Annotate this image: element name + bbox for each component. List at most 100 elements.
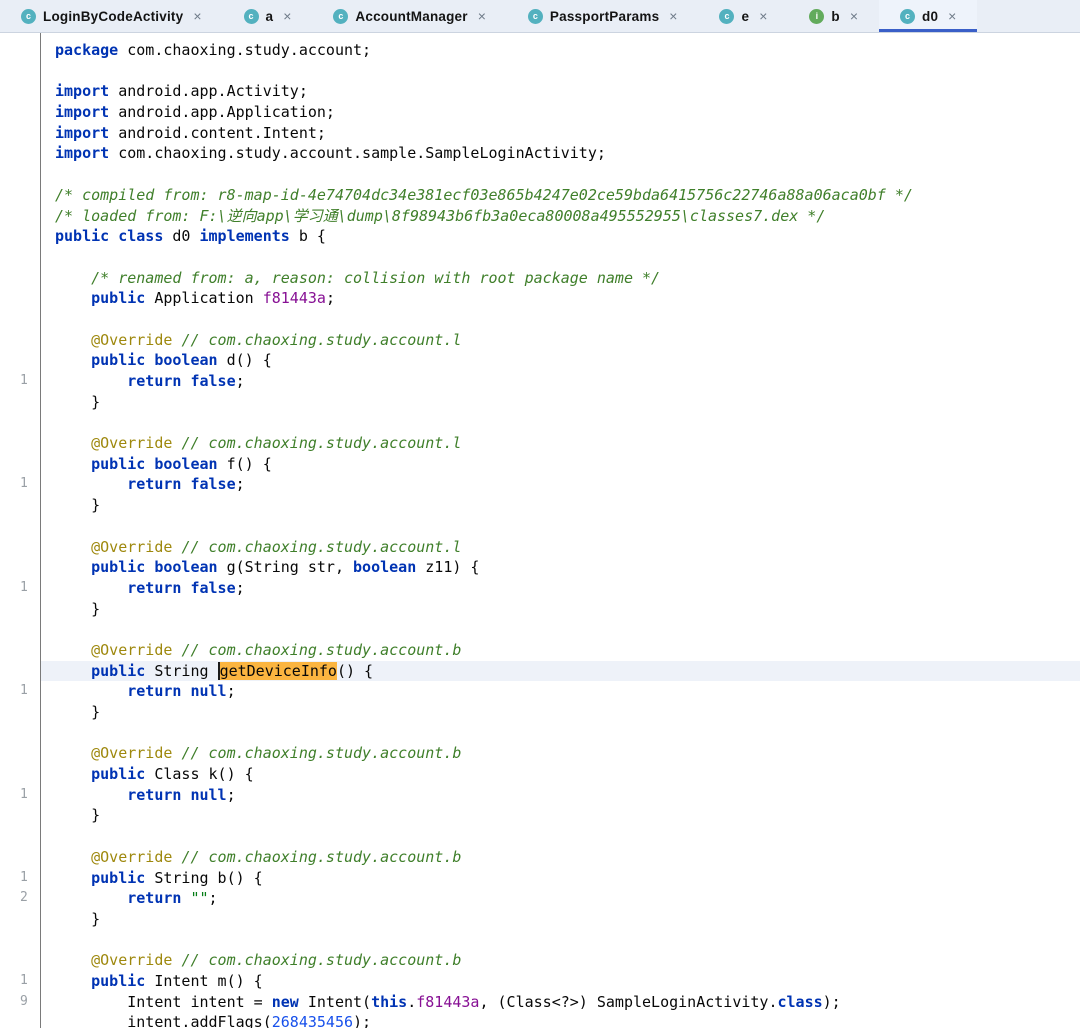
code-line[interactable] — [0, 619, 1080, 640]
code-line[interactable]: public String getDeviceInfo() { — [0, 660, 1080, 682]
code-line[interactable]: public boolean f() { — [0, 454, 1080, 475]
code-line-text: @Override // com.chaoxing.study.account.… — [91, 537, 462, 556]
gutter-number — [0, 392, 40, 413]
code-line[interactable]: } — [0, 702, 1080, 723]
code-line[interactable]: public boolean g(String str, boolean z11… — [0, 557, 1080, 578]
code-line[interactable] — [0, 516, 1080, 537]
code-line[interactable]: import android.content.Intent; — [0, 123, 1080, 144]
code-line[interactable]: 9 Intent intent = new Intent(this.f81443… — [0, 992, 1080, 1013]
tab-b[interactable]: i b × — [788, 0, 879, 32]
code-line[interactable]: 2 return ""; — [0, 888, 1080, 909]
code-line[interactable]: @Override // com.chaoxing.study.account.… — [0, 433, 1080, 454]
gutter-number — [0, 619, 40, 640]
code-line[interactable]: 1 return false; — [0, 474, 1080, 495]
code-editor[interactable]: package com.chaoxing.study.account; impo… — [0, 33, 1080, 1028]
tab-PassportParams[interactable]: c PassportParams × — [507, 0, 699, 32]
code-line[interactable] — [0, 61, 1080, 82]
code-line[interactable]: } — [0, 805, 1080, 826]
gutter-number — [0, 764, 40, 785]
code-line-text: public boolean d() { — [91, 351, 272, 370]
code-line-text: /* loaded from: F:\逆向app\学习通\dump\8f9894… — [55, 206, 826, 225]
code-line[interactable] — [0, 164, 1080, 185]
code-line[interactable]: 1 return null; — [0, 681, 1080, 702]
gutter-number — [0, 433, 40, 454]
code-line[interactable]: /* loaded from: F:\逆向app\学习通\dump\8f9894… — [0, 206, 1080, 227]
code-line-text: @Override // com.chaoxing.study.account.… — [91, 330, 462, 349]
code-line[interactable] — [0, 930, 1080, 951]
code-line-text: } — [55, 392, 101, 411]
code-line-text: return false; — [127, 475, 245, 494]
code-line-text: intent.addFlags(268435456); — [55, 1013, 372, 1028]
tab-close-icon[interactable]: × — [850, 9, 858, 23]
tab-close-icon[interactable]: × — [948, 9, 956, 23]
tab-e[interactable]: c e × — [698, 0, 788, 32]
tab-close-icon[interactable]: × — [193, 9, 201, 23]
code-line[interactable] — [0, 309, 1080, 330]
code-line-text: public boolean g(String str, boolean z11… — [91, 558, 480, 577]
code-line[interactable] — [0, 826, 1080, 847]
gutter-number: 1 — [20, 476, 28, 492]
code-line[interactable] — [0, 723, 1080, 744]
code-line[interactable]: @Override // com.chaoxing.study.account.… — [0, 743, 1080, 764]
code-line[interactable]: 1 return false; — [0, 371, 1080, 392]
gutter-number — [0, 288, 40, 309]
tab-a[interactable]: c a × — [223, 0, 313, 32]
code-line[interactable]: public Class k() { — [0, 764, 1080, 785]
gutter-number — [0, 805, 40, 826]
class-icon: c — [719, 8, 735, 24]
gutter-number — [0, 1012, 40, 1028]
code-line[interactable]: public boolean d() { — [0, 350, 1080, 371]
gutter-number — [0, 847, 40, 868]
code-line-text: import android.content.Intent; — [55, 123, 326, 142]
jadx-decompiler-window: c LoginByCodeActivity × c a × c AccountManager ×… — [0, 0, 1080, 1028]
code-line[interactable]: } — [0, 392, 1080, 413]
code-line[interactable]: @Override // com.chaoxing.study.account.… — [0, 640, 1080, 661]
code-line[interactable]: @Override // com.chaoxing.study.account.… — [0, 330, 1080, 351]
tab-close-icon[interactable]: × — [283, 9, 291, 23]
tab-d0[interactable]: c d0 × — [879, 0, 978, 32]
tab-label: AccountManager — [355, 8, 468, 24]
code-line-text: @Override // com.chaoxing.study.account.… — [91, 434, 462, 453]
tab-close-icon[interactable]: × — [759, 9, 767, 23]
code-line[interactable]: @Override // com.chaoxing.study.account.… — [0, 847, 1080, 868]
code-line[interactable]: import android.app.Application; — [0, 102, 1080, 123]
tab-close-icon[interactable]: × — [478, 9, 486, 23]
code-line[interactable]: intent.addFlags(268435456); — [0, 1012, 1080, 1028]
code-line[interactable] — [0, 247, 1080, 268]
tab-close-icon[interactable]: × — [669, 9, 677, 23]
gutter-number — [0, 640, 40, 661]
tab-AccountManager[interactable]: c AccountManager × — [312, 0, 507, 32]
code-line[interactable]: @Override // com.chaoxing.study.account.… — [0, 537, 1080, 558]
code-line[interactable]: import com.chaoxing.study.account.sample… — [0, 143, 1080, 164]
code-line[interactable]: 1 return null; — [0, 785, 1080, 806]
code-line[interactable]: 1 return false; — [0, 578, 1080, 599]
code-line[interactable]: } — [0, 599, 1080, 620]
tab-LoginByCodeActivity[interactable]: c LoginByCodeActivity × — [0, 0, 223, 32]
code-line-text: import com.chaoxing.study.account.sample… — [55, 144, 606, 163]
code-line[interactable]: package com.chaoxing.study.account; — [0, 40, 1080, 61]
class-icon: c — [243, 8, 259, 24]
code-line[interactable]: 1 public String b() { — [0, 868, 1080, 889]
gutter-number — [0, 185, 40, 206]
code-line[interactable]: /* renamed from: a, reason: collision wi… — [0, 268, 1080, 289]
code-line[interactable]: } — [0, 909, 1080, 930]
code-line[interactable]: import android.app.Activity; — [0, 81, 1080, 102]
code-line[interactable]: public Application f81443a; — [0, 288, 1080, 309]
code-line[interactable]: } — [0, 495, 1080, 516]
code-line-text: import android.app.Application; — [55, 103, 335, 122]
code-line[interactable]: 1 public Intent m() { — [0, 971, 1080, 992]
code-area[interactable]: package com.chaoxing.study.account; impo… — [0, 40, 1080, 1028]
gutter-number — [0, 247, 40, 268]
code-line-text: public String getDeviceInfo() { — [40, 660, 1080, 682]
gutter-number — [0, 599, 40, 620]
class-icon: c — [333, 8, 349, 24]
gutter-number — [0, 930, 40, 951]
code-line[interactable] — [0, 412, 1080, 433]
code-line[interactable]: @Override // com.chaoxing.study.account.… — [0, 950, 1080, 971]
code-line[interactable]: /* compiled from: r8-map-id-4e74704dc34e… — [0, 185, 1080, 206]
code-line[interactable]: public class d0 implements b { — [0, 226, 1080, 247]
